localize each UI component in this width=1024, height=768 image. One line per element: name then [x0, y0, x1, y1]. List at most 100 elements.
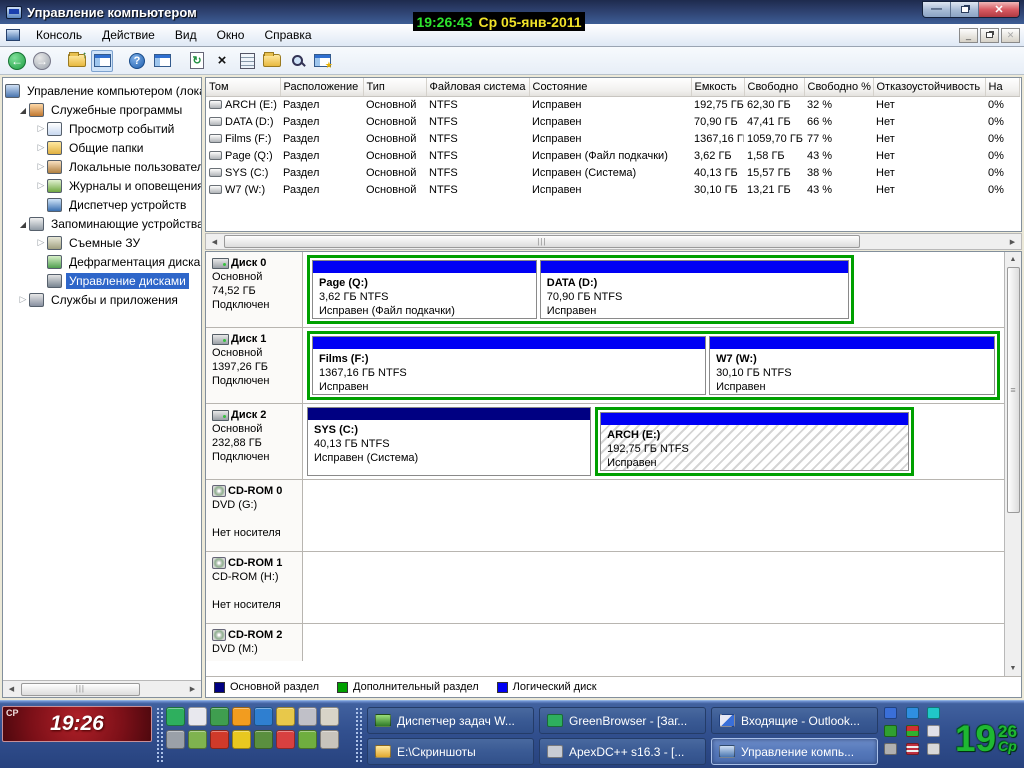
scrollbar-thumb[interactable]: [224, 235, 860, 248]
tree-item-disk-management[interactable]: Управление дисками: [3, 271, 201, 290]
col-status[interactable]: Состояние: [529, 78, 691, 96]
list-icon[interactable]: [884, 743, 897, 755]
scroll-left-icon[interactable]: ◀: [3, 682, 20, 697]
close-button[interactable]: ✕: [979, 2, 1019, 17]
messenger-icon[interactable]: [232, 730, 251, 749]
daemon-tools-icon[interactable]: [232, 707, 251, 726]
tree-item-shared-folders[interactable]: Общие папки: [3, 138, 201, 157]
refresh-icon[interactable]: ↻: [186, 50, 208, 72]
table-row[interactable]: Films (F:) РазделОсновнойNTFSИсправен 13…: [206, 130, 1019, 147]
tree-item-device-manager[interactable]: Диспетчер устройств: [3, 195, 201, 214]
mdi-close-button[interactable]: ✕: [1001, 28, 1020, 43]
taskbar-button-computer-management[interactable]: Управление компь...: [711, 738, 878, 765]
quicklaunch-handle[interactable]: [156, 707, 163, 762]
partition-films-f[interactable]: Films (F:)1367,16 ГБ NTFSИсправен: [312, 336, 706, 395]
mail-icon[interactable]: [188, 707, 207, 726]
tree-item-storage[interactable]: Запоминающие устройства: [3, 214, 201, 233]
tree-horizontal-scrollbar[interactable]: ◀ ▶: [3, 680, 201, 697]
table-row[interactable]: ARCH (E:) РазделОсновнойNTFSИсправен 192…: [206, 96, 1019, 113]
traffic-light-icon[interactable]: [906, 725, 919, 737]
disk-1-header[interactable]: Диск 1 Основной1397,26 ГБПодключен: [206, 328, 303, 403]
medic-icon[interactable]: [276, 730, 295, 749]
table-row[interactable]: DATA (D:) РазделОсновнойNTFSИсправен 70,…: [206, 113, 1019, 130]
help-tray-icon[interactable]: [906, 707, 919, 719]
cdrom-2-header[interactable]: CD-ROM 2 DVD (M:): [206, 624, 303, 661]
folder-error-icon[interactable]: [276, 707, 295, 726]
send-icon[interactable]: [320, 707, 339, 726]
search-icon[interactable]: [286, 50, 308, 72]
flag-icon[interactable]: [906, 743, 919, 755]
scroll-down-icon[interactable]: ▼: [1006, 661, 1021, 676]
tree-item-removable-storage[interactable]: Съемные ЗУ: [3, 233, 201, 252]
mdi-restore-button[interactable]: [980, 28, 999, 43]
col-filesystem[interactable]: Файловая система: [426, 78, 529, 96]
up-folder-icon[interactable]: ↑: [66, 50, 88, 72]
delete-icon[interactable]: ×: [211, 50, 233, 72]
scroll-right-icon[interactable]: ▶: [184, 682, 201, 697]
taskbar-button-task-manager[interactable]: Диспетчер задач W...: [367, 707, 534, 734]
tree-item-disk-defragmenter[interactable]: Дефрагментация диска: [3, 252, 201, 271]
globe-icon[interactable]: [298, 730, 317, 749]
scrollbar-thumb[interactable]: [1007, 267, 1020, 513]
col-type[interactable]: Тип: [363, 78, 426, 96]
partition-data-d[interactable]: DATA (D:)70,90 ГБ NTFSИсправен: [540, 260, 850, 319]
menu-action[interactable]: Действие: [92, 25, 165, 45]
scroll-right-icon[interactable]: ▶: [1004, 234, 1021, 249]
back-icon[interactable]: ←: [6, 50, 28, 72]
table-row[interactable]: SYS (C:) РазделОсновнойNTFSИсправен (Сис…: [206, 164, 1019, 181]
show-hide-window-icon[interactable]: [151, 50, 173, 72]
rocket-icon[interactable]: [927, 725, 940, 737]
disk-view-vertical-scrollbar[interactable]: ▲ ▼: [1004, 252, 1021, 676]
collapsed-arrow-icon[interactable]: [35, 237, 47, 248]
network-icon[interactable]: [884, 707, 897, 719]
volume-list-horizontal-scrollbar[interactable]: ◀ ▶: [205, 233, 1022, 250]
codec-icon[interactable]: [188, 730, 207, 749]
collapsed-arrow-icon[interactable]: [35, 161, 47, 172]
tree-item-performance-logs[interactable]: Журналы и оповещения пр: [3, 176, 201, 195]
forward-icon[interactable]: →: [31, 50, 53, 72]
collapsed-arrow-icon[interactable]: [35, 142, 47, 153]
menu-view[interactable]: Вид: [165, 25, 207, 45]
menu-help[interactable]: Справка: [254, 25, 321, 45]
disk-0-header[interactable]: Диск 0 Основной74,52 ГБПодключен: [206, 252, 303, 327]
scroll-left-icon[interactable]: ◀: [206, 234, 223, 249]
taskbar-button-screenshots-folder[interactable]: E:\Скриншоты: [367, 738, 534, 765]
tree-item-event-viewer[interactable]: Просмотр событий: [3, 119, 201, 138]
greenbrowser-icon[interactable]: [166, 707, 185, 726]
help-icon[interactable]: ?: [126, 50, 148, 72]
properties-icon[interactable]: [236, 50, 258, 72]
tree-item-system-tools[interactable]: Служебные программы: [3, 100, 201, 119]
partition-sys-c[interactable]: SYS (C:)40,13 ГБ NTFSИсправен (Система): [307, 407, 591, 476]
new-console-window-icon[interactable]: ★: [311, 50, 333, 72]
menu-window[interactable]: Окно: [207, 25, 255, 45]
apexdc-icon[interactable]: [166, 730, 185, 749]
partition-w7-w[interactable]: W7 (W:)30,10 ГБ NTFSИсправен: [709, 336, 995, 395]
minimize-button[interactable]: —: [923, 2, 951, 17]
menu-console[interactable]: Консоль: [26, 25, 92, 45]
taskbar-button-apexdc[interactable]: ApexDC++ s16.3 - [...: [539, 738, 706, 765]
expanded-arrow-icon[interactable]: [17, 105, 29, 115]
tree-item-services[interactable]: Службы и приложения: [3, 290, 201, 309]
start-clock-button[interactable]: СР 19:26: [2, 706, 152, 742]
lightning-icon[interactable]: [298, 707, 317, 726]
restore-button[interactable]: [951, 2, 979, 17]
col-capacity[interactable]: Емкость: [691, 78, 744, 96]
notes-icon[interactable]: [210, 707, 229, 726]
cdrom-1-header[interactable]: CD-ROM 1 CD-ROM (H:) Нет носителя: [206, 552, 303, 623]
volume-icon[interactable]: [927, 743, 940, 755]
col-overhead[interactable]: На: [985, 78, 1019, 96]
scroll-up-icon[interactable]: ▲: [1006, 252, 1021, 267]
tree-item-computer-management[interactable]: Управление компьютером (локал: [3, 81, 201, 100]
display-icon[interactable]: [254, 707, 273, 726]
col-free[interactable]: Свободно: [744, 78, 804, 96]
partition-page-q[interactable]: Page (Q:)3,62 ГБ NTFSИсправен (Файл подк…: [312, 260, 537, 319]
collapsed-arrow-icon[interactable]: [17, 294, 29, 305]
col-layout[interactable]: Расположение: [280, 78, 363, 96]
show-hide-tree-icon[interactable]: [91, 50, 113, 72]
col-volume[interactable]: Том: [206, 78, 280, 96]
collapsed-arrow-icon[interactable]: [35, 180, 47, 191]
opera-icon[interactable]: [210, 730, 229, 749]
open-folder-icon[interactable]: [261, 50, 283, 72]
grid-icon[interactable]: [927, 707, 940, 719]
taskbar-button-outlook[interactable]: Входящие - Outlook...: [711, 707, 878, 734]
